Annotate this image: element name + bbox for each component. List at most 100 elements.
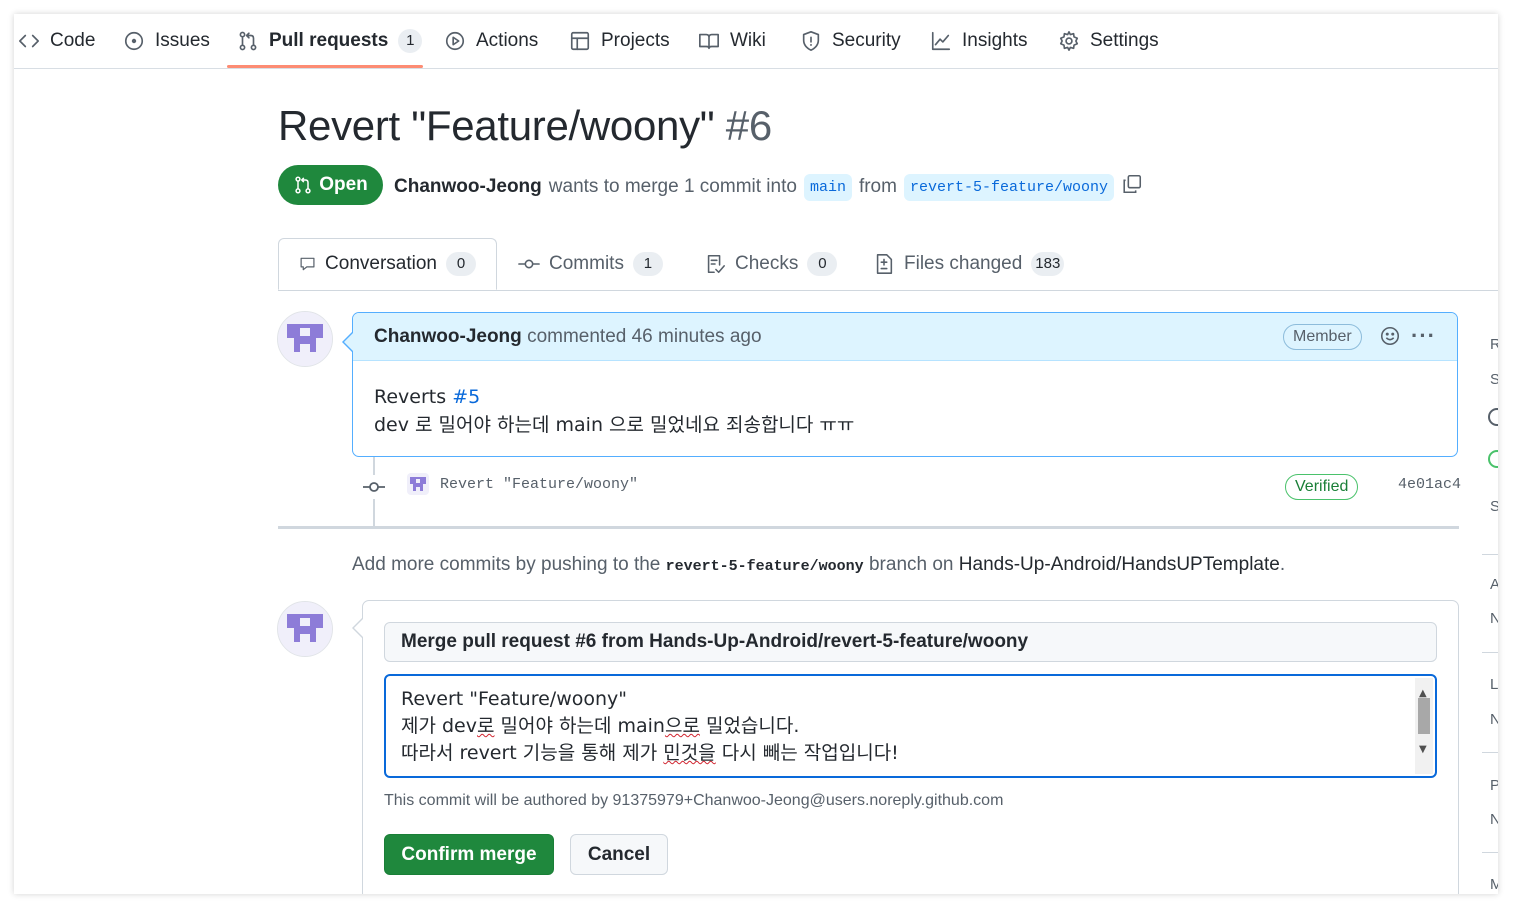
gear-icon [1059,31,1079,51]
tab-checks-label: Checks [735,253,799,274]
pr-meta: Chanwoo-Jeong wants to merge 1 commit in… [394,173,1143,201]
pr-state-badge: Open [278,165,383,205]
scrollbar-thumb[interactable] [1418,698,1430,734]
comment-header: Chanwoo-Jeong commented 46 minutes ago M… [353,313,1457,361]
checklist-icon [707,254,725,274]
merge-msg-line: 제가 dev로 밀어야 하는데 main으로 밀었습니다. [401,713,1420,740]
graph-icon [931,31,951,51]
nav-security[interactable]: Security [800,14,901,68]
comment-timestamp[interactable]: commented 46 minutes ago [527,326,761,347]
add-more-middle: branch on [868,554,954,575]
sidebar-fragment: S [1490,498,1498,515]
merge-title-input[interactable]: Merge pull request #6 from Hands-Up-Andr… [384,622,1437,662]
code-icon [19,34,39,48]
commit-message-link[interactable]: Revert "Feature/woony" [440,476,638,493]
member-badge: Member [1283,324,1362,350]
sidebar-divider [1482,852,1498,853]
pr-tabs: Conversation 0 Commits 1 Checks 0 Files … [278,238,1498,291]
merge-box-pointer-fill [354,619,363,637]
avatar[interactable] [277,311,333,367]
merge-message-textarea[interactable]: Revert "Feature/woony" 제가 dev로 밀어야 하는데 m… [384,674,1437,778]
book-icon [699,33,719,50]
pull-request-icon [239,31,257,51]
pr-author-link[interactable]: Chanwoo-Jeong [394,176,542,198]
merge-msg-text: 따라서 revert 기능을 통해 제가 [401,742,664,764]
nav-settings[interactable]: Settings [1058,14,1159,68]
base-branch-label[interactable]: main [803,173,852,201]
cancel-button[interactable]: Cancel [570,834,668,875]
merge-msg-spell: 으로 [664,715,700,737]
copy-icon[interactable] [1121,173,1143,201]
pr-number: #6 [725,102,772,149]
nav-projects-label: Projects [601,30,670,51]
play-icon [445,31,465,51]
reverts-pr-link[interactable]: #5 [452,386,480,408]
sidebar-fragment: R [1490,336,1498,353]
nav-actions[interactable]: Actions [444,14,538,68]
nav-issues[interactable]: Issues [123,14,210,68]
verified-badge[interactable]: Verified [1285,474,1359,500]
merge-msg-line: Revert "Feature/woony" [401,688,628,710]
pr-meta-text: wants to merge 1 commit into [548,176,797,197]
page-title: Revert "Feature/woony" #6 [278,102,772,150]
add-more-commits-note: Add more commits by pushing to the rever… [352,554,1285,576]
sidebar-fragment: N [1490,811,1498,828]
sidebar-divider [1482,652,1498,653]
issue-icon [124,31,144,51]
tab-commits-count: 1 [632,252,663,276]
scroll-down-icon[interactable]: ▼ [1419,736,1427,763]
sidebar-avatar[interactable] [1488,408,1498,426]
table-icon [570,31,590,51]
repo-nav: Code Issues Pull requests 1 Actions Proj… [14,14,1498,69]
file-diff-icon [876,254,893,274]
add-more-prefix: Add more commits by pushing to the [352,554,661,575]
merge-msg-spell: 민것을 [663,742,716,764]
merge-msg-text: 밀었습니다. [699,715,800,737]
git-commit-icon [362,475,386,499]
nav-projects[interactable]: Projects [569,14,670,68]
nav-security-label: Security [832,30,901,51]
commit-sha-link[interactable]: 4e01ac4 [1398,476,1461,493]
head-branch-label[interactable]: revert-5-feature/woony [903,173,1114,201]
nav-code[interactable]: Code [18,14,95,68]
nav-pull-requests-label: Pull requests [269,30,389,51]
shield-icon [802,31,820,51]
nav-actions-label: Actions [476,30,539,51]
nav-pull-requests[interactable]: Pull requests 1 [237,14,423,68]
avatar[interactable] [277,601,333,657]
add-more-branch: revert-5-feature/woony [665,558,864,575]
sidebar-fragment: S [1490,371,1498,388]
merge-msg-line: 따라서 revert 기능을 통해 제가 민것을 다시 빼는 작업입니다! [401,740,1420,767]
tab-conversation-label: Conversation [325,253,437,274]
comment-pointer-fill [344,333,353,351]
commit-avatar[interactable] [407,473,429,495]
tab-checks[interactable]: Checks 0 [704,238,838,290]
merge-msg-text: 제가 dev [401,715,477,737]
kebab-menu-icon[interactable]: ··· [1411,323,1436,349]
comment-body: Reverts #5 dev 로 밀어야 하는데 main 으로 밀었네요 죄송… [374,383,854,439]
confirm-merge-button[interactable]: Confirm merge [384,834,554,875]
app-window: Code Issues Pull requests 1 Actions Proj… [14,14,1498,894]
sidebar-fragment: P [1490,777,1498,794]
textarea-scrollbar[interactable]: ▲ ▼ [1415,678,1433,774]
tab-commits[interactable]: Commits 1 [518,238,663,290]
sidebar-avatar[interactable] [1488,450,1498,468]
comment-body-line: dev 로 밀어야 하는데 main 으로 밀었네요 죄송합니다 ㅠㅠ [374,414,855,436]
nav-wiki-label: Wiki [730,30,766,51]
nav-wiki[interactable]: Wiki [698,14,766,68]
repo-link[interactable]: Hands-Up-Android/HandsUPTemplate [959,554,1280,575]
nav-insights-label: Insights [962,30,1028,51]
tab-conversation[interactable]: Conversation 0 [278,238,497,290]
nav-insights[interactable]: Insights [930,14,1027,68]
timeline-divider [278,526,1459,529]
sidebar-divider [1482,752,1498,753]
tab-conversation-count: 0 [446,252,476,276]
comment-author-link[interactable]: Chanwoo-Jeong [374,326,522,347]
smiley-icon[interactable] [1379,325,1401,347]
pr-state-label: Open [319,174,368,195]
commit-icon [518,259,540,269]
pr-from-text: from [858,176,897,197]
tab-files-changed[interactable]: Files changed 183 [873,238,1065,290]
comment-card: Chanwoo-Jeong commented 46 minutes ago M… [352,312,1458,457]
nav-issues-label: Issues [155,30,210,51]
